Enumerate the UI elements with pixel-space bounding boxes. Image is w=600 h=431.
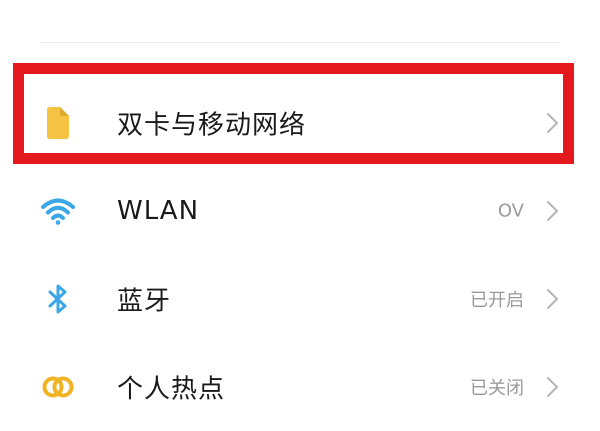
settings-item-label: 蓝牙	[117, 286, 172, 317]
wlan-network-name: OV	[497, 200, 524, 222]
settings-item-hotspot[interactable]: 个人热点 已关闭	[0, 343, 600, 431]
settings-item-dual-sim[interactable]: 双卡与移动网络	[0, 79, 600, 167]
bluetooth-status: 已开启	[470, 290, 524, 311]
chevron-right-icon	[546, 376, 560, 398]
hotspot-status: 已关闭	[470, 378, 524, 399]
divider	[40, 42, 560, 43]
chevron-right-icon	[546, 200, 560, 222]
settings-item-wlan[interactable]: WLAN OV	[0, 167, 600, 255]
settings-item-bluetooth[interactable]: 蓝牙 已开启	[0, 255, 600, 343]
wifi-icon	[40, 193, 76, 229]
sim-card-icon	[40, 105, 76, 141]
chevron-right-icon	[546, 112, 560, 134]
bluetooth-icon	[40, 281, 76, 317]
chevron-right-icon	[546, 288, 560, 310]
settings-item-label: 双卡与移动网络	[117, 110, 307, 141]
settings-item-label: WLAN	[117, 196, 200, 226]
